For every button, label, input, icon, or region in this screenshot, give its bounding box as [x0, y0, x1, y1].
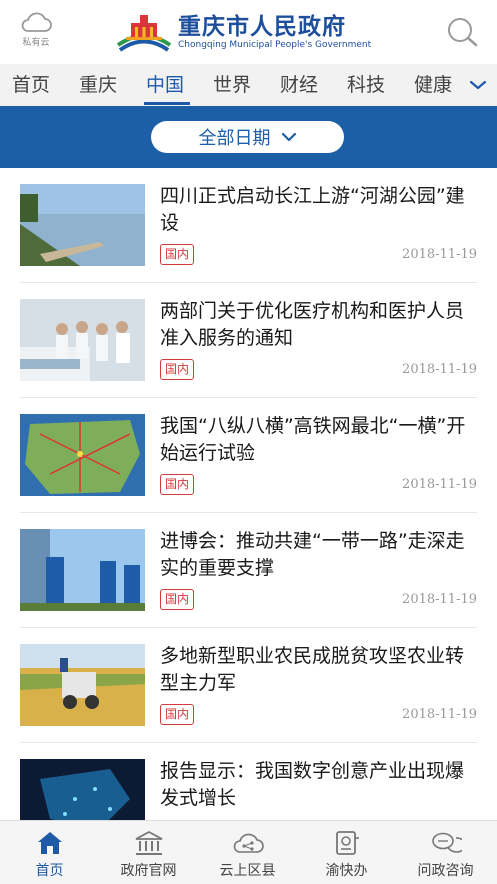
government-emblem-icon: [116, 15, 172, 52]
news-thumbnail: [20, 184, 145, 266]
date-filter-dropdown[interactable]: 全部日期: [151, 121, 344, 153]
nav-consultation[interactable]: 问政咨询: [396, 821, 495, 884]
government-logo: 重庆市人民政府 Chongqing Municipal People's Gov…: [116, 8, 371, 56]
nav-yu-kuai-ban[interactable]: 渝快办: [297, 821, 396, 884]
more-tabs-button[interactable]: [458, 64, 497, 106]
category-tabs: 首页 重庆 中国 世界 财经 科技 健康: [0, 64, 497, 106]
news-date: 2018-11-19: [402, 247, 477, 262]
news-date: 2018-11-19: [402, 477, 477, 492]
tab-health[interactable]: 健康: [414, 64, 452, 106]
news-date: 2018-11-19: [402, 362, 477, 377]
news-title: 我国“八纵八横”高铁网最北“一横”开始运行试验: [160, 415, 466, 464]
nav-cloud-districts-label: 云上区县: [219, 863, 276, 879]
tab-technology[interactable]: 科技: [347, 64, 385, 106]
search-button[interactable]: [444, 14, 480, 50]
active-tab-indicator: [144, 102, 190, 105]
news-tag: 国内: [160, 244, 195, 265]
search-icon: [448, 18, 478, 47]
nav-home-label: 首页: [35, 863, 64, 879]
news-title: 报告显示：我国数字创意产业出现爆发式增长: [160, 760, 465, 809]
news-date: 2018-11-19: [402, 707, 477, 722]
nav-cloud-districts[interactable]: 云上区县: [198, 821, 297, 884]
news-title: 四川正式启动长江上游“河湖公园”建设: [160, 185, 465, 234]
private-cloud-button[interactable]: 私有云: [14, 10, 58, 54]
chevron-down-icon: [281, 132, 296, 142]
news-thumbnail: [20, 414, 145, 496]
news-thumbnail: [20, 529, 145, 611]
government-building-icon: [135, 830, 162, 855]
cloud-icon: [21, 12, 52, 32]
chevron-down-icon: [469, 80, 486, 90]
news-tag: 国内: [160, 589, 195, 610]
tab-china[interactable]: 中国: [146, 64, 184, 106]
news-thumbnail: [20, 299, 145, 381]
tab-finance[interactable]: 财经: [280, 64, 318, 106]
tab-chongqing[interactable]: 重庆: [79, 64, 117, 106]
nav-home[interactable]: 首页: [0, 821, 99, 884]
date-filter-label: 全部日期: [198, 128, 271, 149]
news-tag: 国内: [160, 359, 195, 380]
news-tag: 国内: [160, 704, 195, 725]
news-item[interactable]: 四川正式启动长江上游“河湖公园”建设 国内 2018-11-19: [0, 168, 497, 283]
date-filter-bar: 全部日期: [0, 106, 497, 168]
news-date: 2018-11-19: [402, 592, 477, 607]
nav-consultation-label: 问政咨询: [417, 863, 474, 879]
news-title: 多地新型职业农民成脱贫攻坚农业转型主力军: [160, 645, 465, 694]
document-service-icon: [335, 831, 359, 855]
nav-government-site[interactable]: 政府官网: [99, 821, 198, 884]
logo-title: 重庆市人民政府: [178, 13, 346, 40]
news-tag: 国内: [160, 474, 195, 495]
logo-subtitle: Chongqing Municipal People's Government: [178, 39, 372, 50]
bottom-navigation: 首页 政府官网 云上区县 渝快办 问政咨询: [0, 820, 497, 884]
news-title: 两部门关于优化医疗机构和医护人员准入服务的通知: [160, 300, 465, 349]
nav-yu-kuai-ban-label: 渝快办: [325, 863, 368, 879]
nav-government-site-label: 政府官网: [120, 863, 177, 879]
news-thumbnail: [20, 644, 145, 726]
news-item[interactable]: 我国“八纵八横”高铁网最北“一横”开始运行试验 国内 2018-11-19: [0, 398, 497, 513]
news-item[interactable]: 进博会：推动共建“一带一路”走深走实的重要支撑 国内 2018-11-19: [0, 513, 497, 628]
tab-homepage[interactable]: 首页: [12, 64, 50, 106]
chat-bubbles-icon: [431, 832, 462, 853]
private-cloud-label: 私有云: [22, 38, 50, 48]
cloud-share-icon: [233, 833, 264, 853]
news-item[interactable]: 多地新型职业农民成脱贫攻坚农业转型主力军 国内 2018-11-19: [0, 628, 497, 743]
news-title: 进博会：推动共建“一带一路”走深走实的重要支撑: [160, 530, 465, 579]
app-header: 私有云 重庆市人民政府 Chongqing Municipal People's…: [0, 0, 497, 64]
news-item[interactable]: 两部门关于优化医疗机构和医护人员准入服务的通知 国内 2018-11-19: [0, 283, 497, 398]
home-icon: [37, 832, 62, 854]
tab-world[interactable]: 世界: [213, 64, 251, 106]
